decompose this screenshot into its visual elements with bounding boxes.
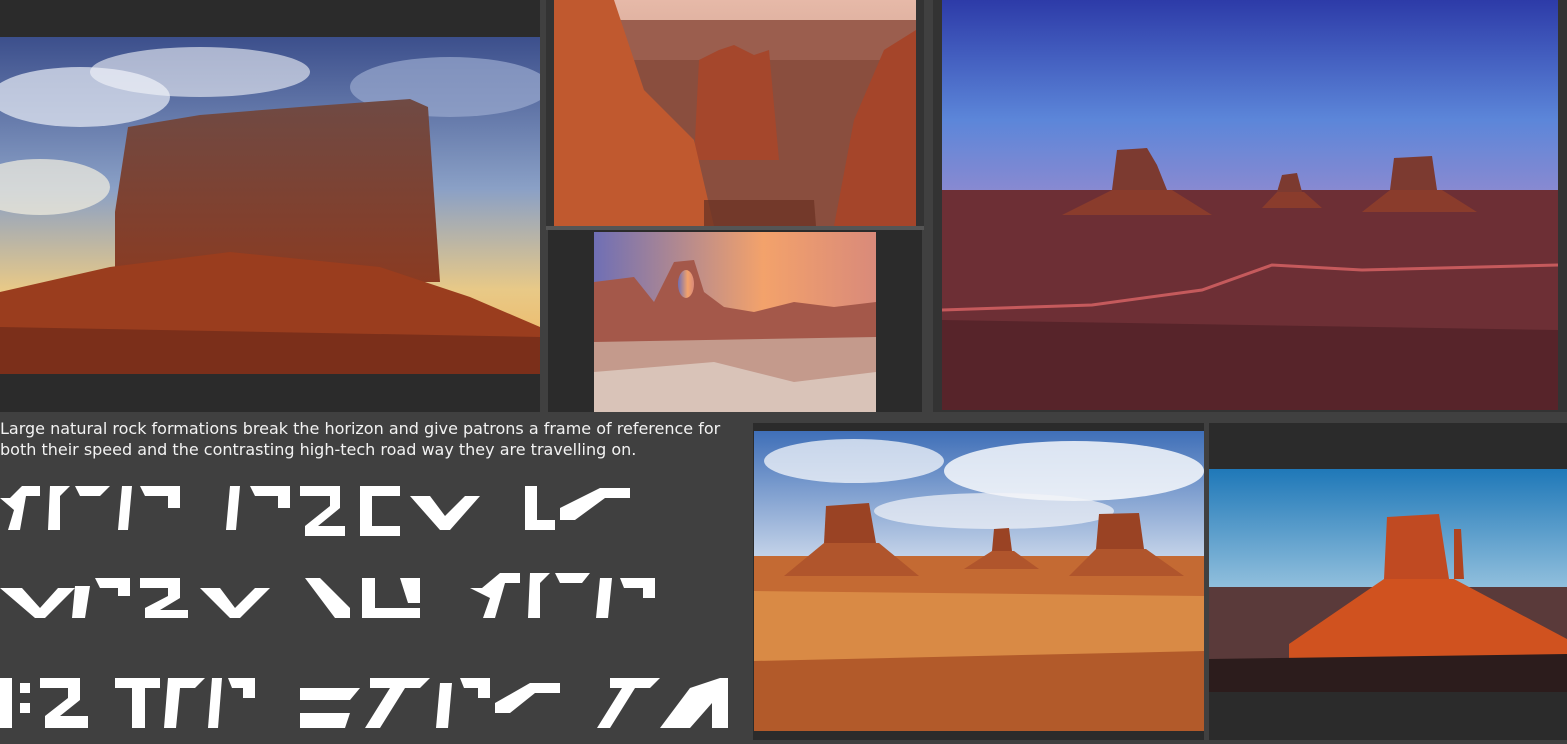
photo-panel-5 <box>753 423 1204 740</box>
alien-glyph-text <box>0 478 745 740</box>
photo-canyon-towers <box>554 0 916 226</box>
photo-panel-1 <box>0 0 540 412</box>
photo-arch-sunset <box>594 232 876 412</box>
photo-panel-4 <box>933 0 1567 412</box>
photo-panel-2 <box>546 0 924 230</box>
caption-text: Large natural rock formations break the … <box>0 419 721 459</box>
photo-panel-3 <box>548 230 922 412</box>
photo-mittens-dusk <box>942 0 1558 410</box>
photo-panel-6 <box>1209 423 1567 740</box>
photo-desert-valley <box>754 431 1204 731</box>
photo-butte-cloudy-sky <box>0 37 540 374</box>
photo-single-mitten <box>1209 469 1567 692</box>
